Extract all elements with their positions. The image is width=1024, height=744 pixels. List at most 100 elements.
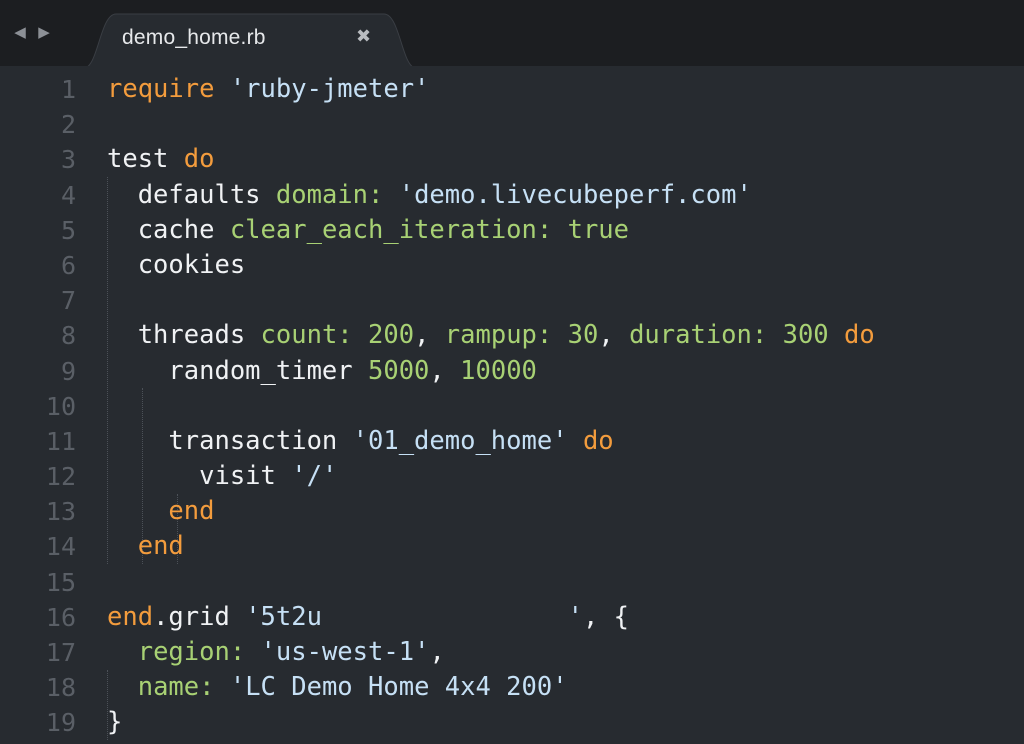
code-token: '5t2u ' bbox=[245, 601, 583, 632]
code-line: defaults domain: 'demo.livecubeperf.com' bbox=[107, 178, 1024, 213]
code-line: end bbox=[107, 494, 1024, 529]
code-token: 10000 bbox=[460, 355, 537, 386]
tab-filename: demo_home.rb bbox=[122, 26, 266, 49]
forward-arrow-icon[interactable]: ▶ bbox=[36, 22, 52, 42]
code-line: random_timer 5000, 10000 bbox=[107, 354, 1024, 389]
code-token: defaults bbox=[107, 179, 276, 210]
line-number: 4 bbox=[60, 180, 76, 210]
code-token: require bbox=[107, 74, 215, 104]
code-token: '/' bbox=[291, 461, 338, 492]
code-token: 300 bbox=[782, 320, 829, 351]
code-token: region: bbox=[137, 637, 246, 667]
code-area[interactable]: require 'ruby-jmeter' test do defaults do… bbox=[107, 72, 1024, 741]
code-line: region: 'us-west-1', bbox=[107, 635, 1024, 670]
code-token: test bbox=[107, 144, 184, 175]
line-number: 17 bbox=[45, 638, 76, 667]
line-number-gutter: 1 2 3 4 5 6 7 8 9 10 11 12 13 14 15 16 17 18 19 bbox=[0, 72, 76, 741]
code-token: '01_demo_home' bbox=[352, 425, 568, 456]
code-line: } bbox=[107, 705, 1024, 740]
back-arrow-icon[interactable]: ◀ bbox=[12, 22, 28, 42]
close-icon[interactable]: ✖ bbox=[356, 26, 371, 47]
line-number: 8 bbox=[60, 321, 76, 351]
line-number: 1 bbox=[60, 75, 76, 104]
code-line: end.grid '5t2u ', { bbox=[107, 600, 1024, 635]
code-token: visit bbox=[107, 461, 292, 492]
code-token: cookies bbox=[107, 249, 246, 280]
code-token: end bbox=[168, 496, 215, 527]
code-token: , bbox=[414, 320, 445, 351]
code-line: end bbox=[107, 529, 1024, 564]
code-token: } bbox=[107, 707, 123, 738]
tab-bar: ◀ ▶ demo_home.rb ✖ bbox=[0, 0, 1024, 68]
code-token: do bbox=[582, 425, 614, 456]
line-number: 16 bbox=[45, 602, 76, 632]
code-line: visit '/' bbox=[107, 459, 1024, 494]
code-token: , bbox=[429, 355, 461, 386]
line-number: 12 bbox=[45, 462, 76, 492]
code-token: 'ruby-jmeter' bbox=[229, 74, 430, 104]
code-token: 30 bbox=[567, 320, 599, 351]
code-token: end bbox=[107, 601, 154, 632]
code-token: , { bbox=[582, 601, 630, 632]
code-token: cache bbox=[107, 214, 230, 245]
code-token: random_timer bbox=[107, 355, 368, 386]
line-number: 6 bbox=[60, 250, 76, 280]
code-token: .grid bbox=[153, 601, 246, 632]
code-line: transaction '01_demo_home' do bbox=[107, 424, 1024, 459]
code-token: 'demo.livecubeperf.com' bbox=[398, 179, 752, 210]
code-token: threads bbox=[107, 320, 261, 351]
code-token: do bbox=[844, 320, 875, 351]
line-number: 2 bbox=[60, 110, 76, 140]
code-token: 'LC Demo Home 4x4 200' bbox=[229, 672, 568, 703]
line-number: 7 bbox=[60, 286, 76, 316]
code-token: rampup: bbox=[444, 320, 553, 351]
code-line: cookies bbox=[107, 248, 1024, 283]
code-token: count: bbox=[260, 320, 353, 351]
line-number: 3 bbox=[60, 145, 76, 175]
code-token: end bbox=[137, 531, 184, 562]
code-token: , bbox=[598, 320, 630, 351]
code-token: true bbox=[567, 214, 630, 245]
code-token: clear_each_iteration: bbox=[229, 214, 553, 245]
line-number: 10 bbox=[45, 391, 76, 421]
code-token: 5000 bbox=[368, 355, 430, 386]
code-token: 200 bbox=[368, 320, 415, 351]
line-number: 19 bbox=[45, 708, 76, 738]
code-token: domain: bbox=[275, 179, 384, 210]
code-line: require 'ruby-jmeter' bbox=[107, 72, 1024, 107]
code-token: 'us-west-1' bbox=[260, 637, 430, 667]
code-token: do bbox=[183, 144, 215, 175]
tab-demo-home[interactable]: demo_home.rb ✖ bbox=[84, 12, 416, 68]
code-editor[interactable]: 1 2 3 4 5 6 7 8 9 10 11 12 13 14 15 16 17 18 19 require 'r… bbox=[0, 66, 1024, 744]
code-line: cache clear_each_iteration: true bbox=[107, 213, 1024, 248]
code-token: duration: bbox=[629, 320, 768, 351]
code-line: name: 'LC Demo Home 4x4 200' bbox=[107, 670, 1024, 705]
code-token: transaction bbox=[107, 425, 353, 456]
line-number: 18 bbox=[45, 673, 76, 703]
line-number: 5 bbox=[60, 215, 76, 245]
line-number: 13 bbox=[45, 497, 76, 527]
code-line: test do bbox=[107, 142, 1024, 177]
code-token: , bbox=[429, 637, 445, 667]
tab-navigation: ◀ ▶ bbox=[12, 22, 52, 42]
editor-window: ◀ ▶ demo_home.rb ✖ 1 2 3 4 5 6 7 8 9 10 11 12 13 14 15… bbox=[0, 0, 1024, 744]
line-number: 11 bbox=[45, 426, 76, 456]
